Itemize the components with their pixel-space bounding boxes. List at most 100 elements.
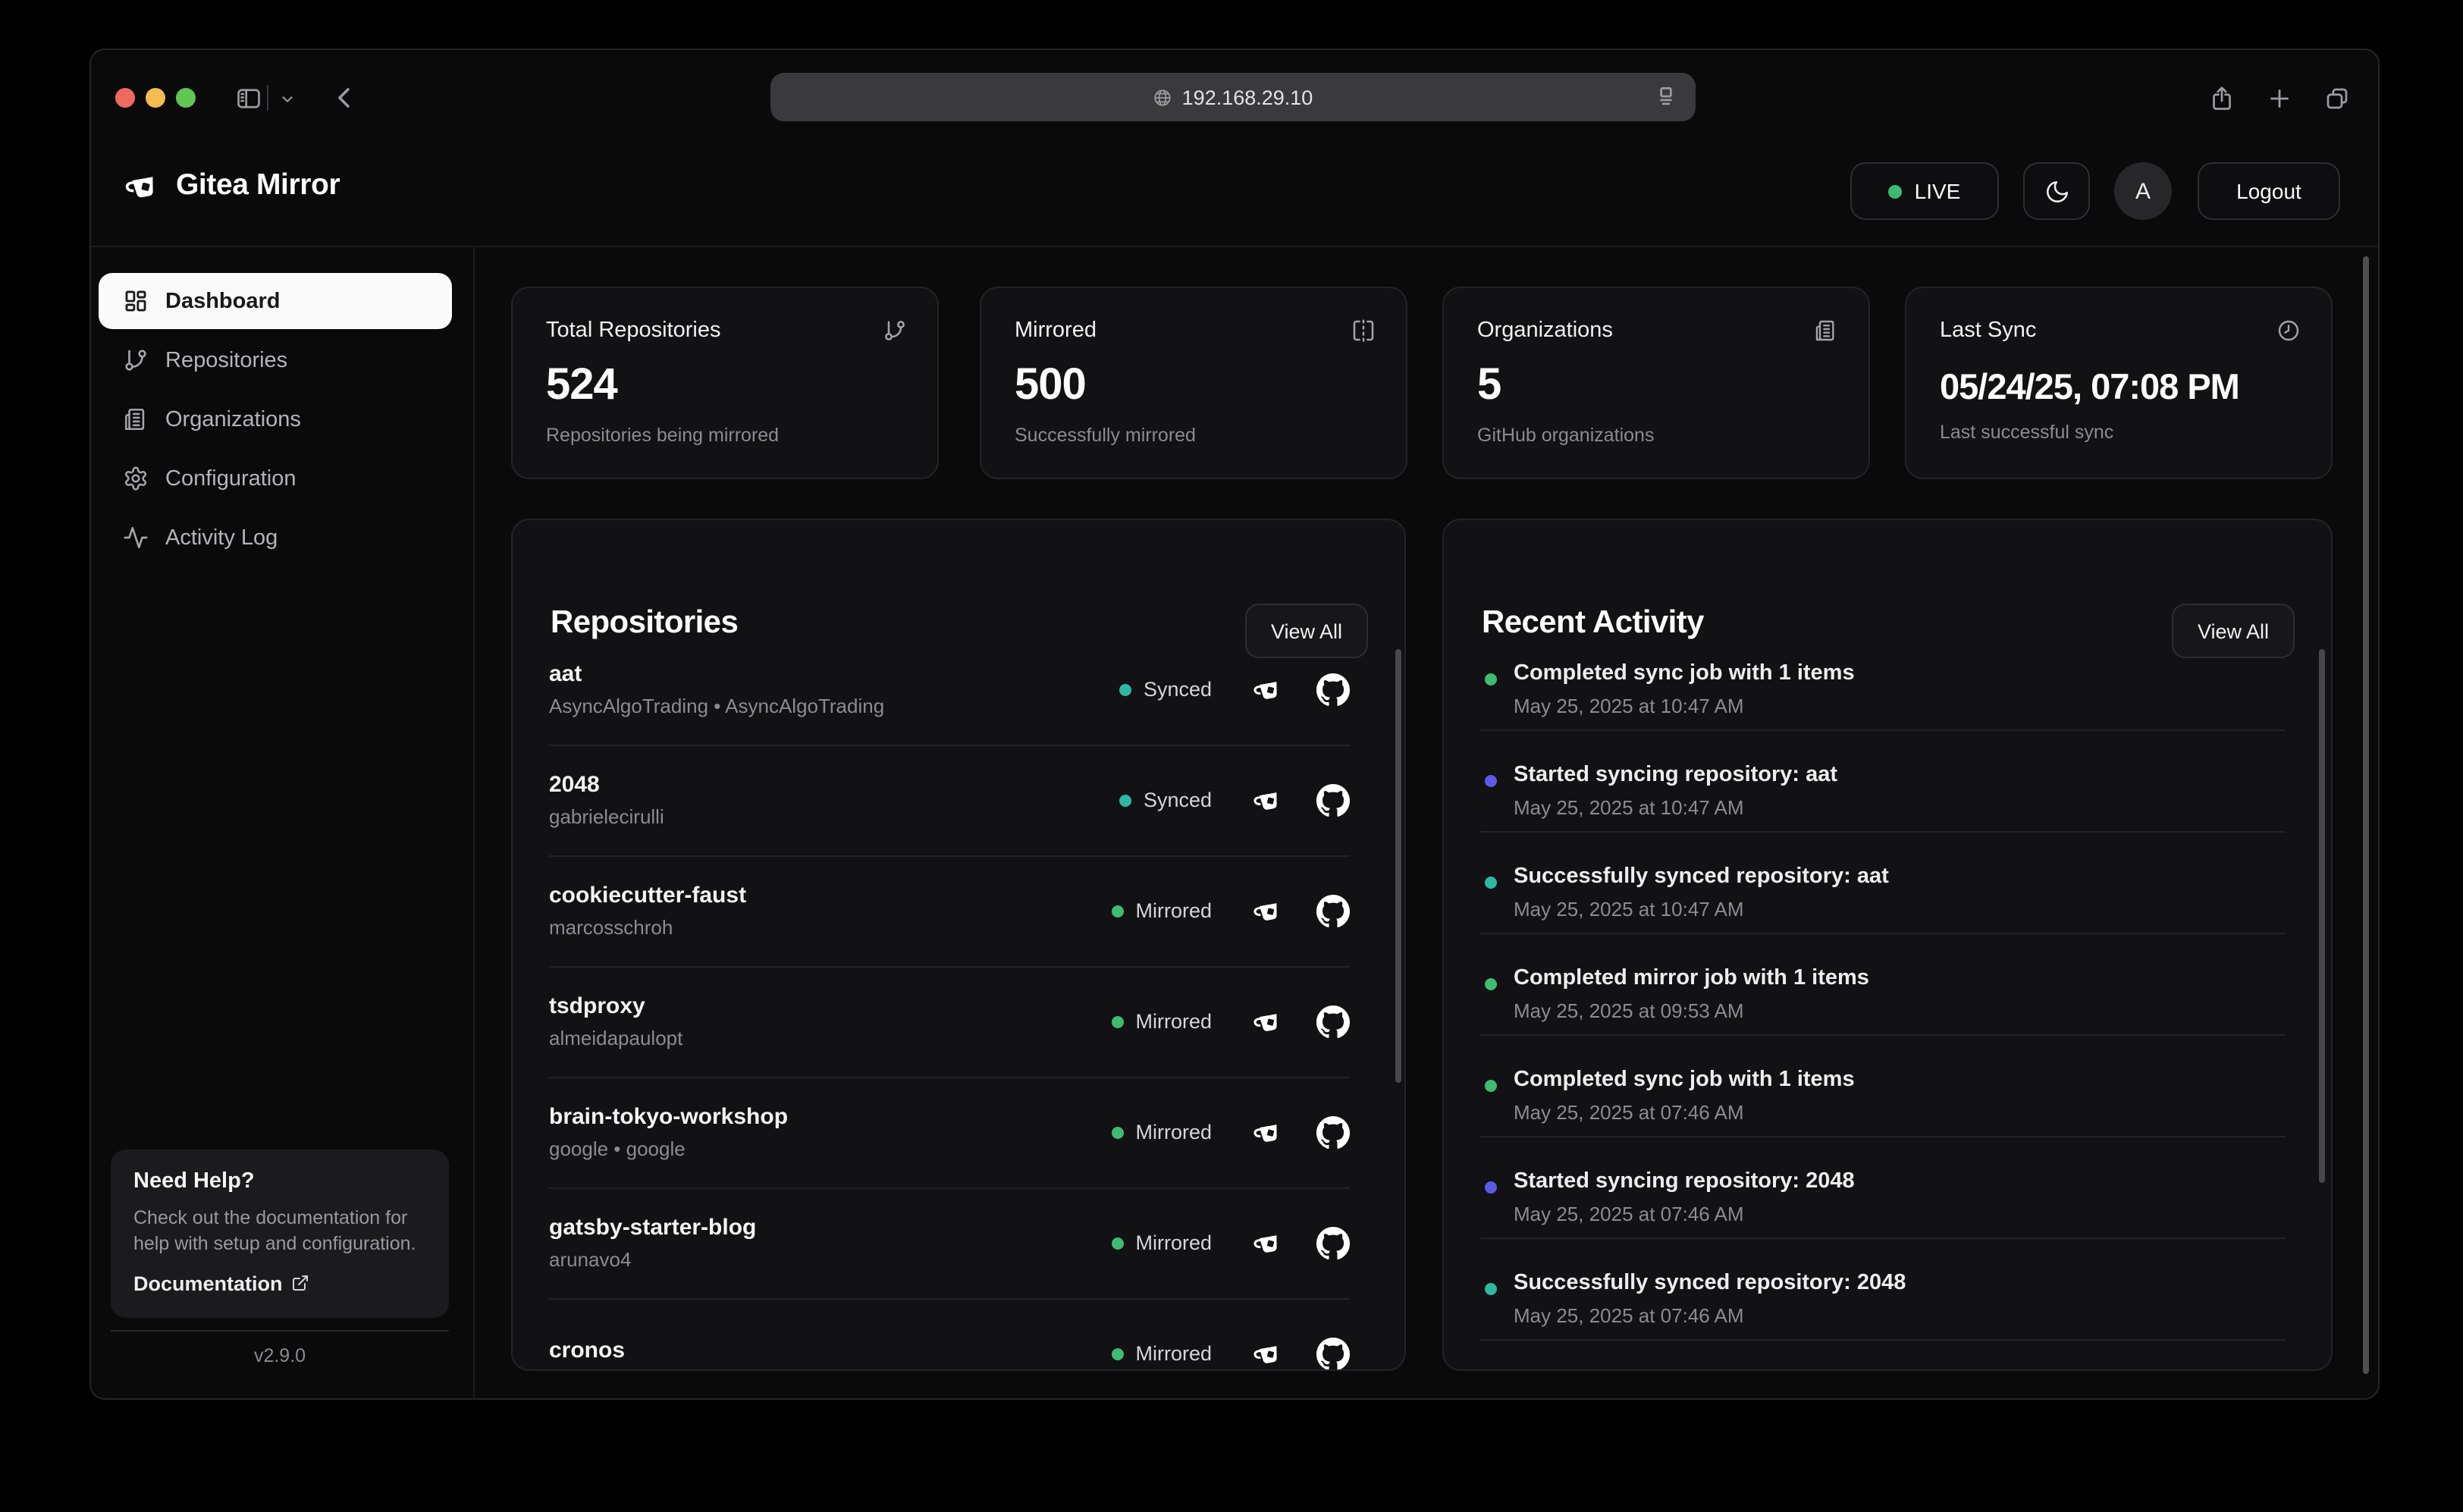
status-dot [1111,1237,1123,1249]
repositories-panel: Repositories View All aatAsyncAlgoTradin… [511,519,1406,1371]
repo-name[interactable]: gatsby-starter-blog [549,1215,1111,1241]
repo-owner: marcosschroh [549,916,1111,939]
stat-card-mirrored: Mirrored 500 Successfully mirrored [980,287,1407,479]
activity-dot [1485,1181,1497,1194]
github-link-icon[interactable] [1316,783,1350,817]
activity-scrollbar[interactable] [2319,649,2325,1183]
repositories-scrollbar[interactable] [1395,649,1401,1083]
theme-toggle-button[interactable] [2023,162,2090,220]
activity-time: May 25, 2025 at 09:53 AM [1514,999,1744,1022]
gitea-link-icon[interactable] [1253,1116,1285,1148]
status-label: Mirrored [1135,1342,1212,1365]
github-link-icon[interactable] [1316,1337,1350,1370]
github-link-icon[interactable] [1316,1226,1350,1259]
minimize-window-button[interactable] [146,88,165,108]
stat-subtitle: GitHub organizations [1477,425,1835,446]
page-scrollbar[interactable] [2363,256,2369,1374]
recent-activity-panel: Recent Activity View All Completed sync … [1442,519,2333,1371]
stat-title: Last Sync [1940,318,2298,343]
gitea-link-icon[interactable] [1253,673,1285,705]
stat-subtitle: Last successful sync [1940,422,2298,443]
close-window-button[interactable] [115,88,135,108]
dashboard-icon [123,288,149,314]
sidebar-item-organizations[interactable]: Organizations [99,391,452,447]
status-dot [1119,683,1131,695]
sidebar-item-label: Activity Log [165,525,278,550]
activity-item: Completed mirror job with 1 items May 25… [1480,933,2286,1036]
sidebar-item-label: Configuration [165,466,297,491]
logout-button[interactable]: Logout [2198,162,2340,220]
gitea-link-icon[interactable] [1253,895,1285,927]
repo-name[interactable]: 2048 [549,772,1119,798]
activity-pulse-icon [123,525,149,551]
back-icon[interactable] [331,83,359,112]
status-dot [1111,1126,1123,1138]
repo-row: cronos Mirrored [549,1298,1350,1371]
stat-value: 500 [1015,361,1373,411]
sidebar-item-configuration[interactable]: Configuration [99,450,452,507]
documentation-link[interactable]: Documentation [133,1272,426,1295]
display-format-icon[interactable] [1653,83,1679,109]
share-icon[interactable] [2208,85,2236,112]
status-label: Mirrored [1135,1010,1212,1033]
activity-item: Started syncing repository: aat May 25, … [1480,729,2286,833]
status-label: Mirrored [1135,1121,1212,1143]
github-link-icon[interactable] [1316,673,1350,706]
zoom-window-button[interactable] [176,88,196,108]
repo-name[interactable]: brain-tokyo-workshop [549,1104,1111,1130]
stat-subtitle: Repositories being mirrored [546,425,904,446]
repo-status: Mirrored [1111,1342,1212,1365]
help-body: Check out the documentation for help wit… [133,1206,426,1257]
documentation-link-label: Documentation [133,1272,283,1295]
new-tab-icon[interactable] [2266,85,2293,112]
activity-dot [1485,673,1497,685]
activity-time: May 25, 2025 at 10:47 AM [1514,695,1744,717]
avatar[interactable]: A [2114,162,2172,220]
github-link-icon[interactable] [1316,894,1350,927]
activity-time: May 25, 2025 at 07:46 AM [1514,1203,1744,1225]
app-logo: Gitea Mirror [124,167,340,205]
activity-text: Started syncing repository: aat [1514,763,1837,787]
live-status-button[interactable]: LIVE [1850,162,1999,220]
gitea-link-icon[interactable] [1253,1338,1285,1369]
repo-name[interactable]: tsdproxy [549,993,1111,1019]
status-label: Synced [1144,678,1212,701]
activity-text: Completed sync job with 1 items [1514,1068,1855,1092]
activity-text: Completed mirror job with 1 items [1514,966,1869,990]
tab-overview-icon[interactable] [2323,85,2351,112]
sidebar-item-activity-log[interactable]: Activity Log [99,510,452,566]
toolbar-divider [267,85,268,111]
repo-name[interactable]: aat [549,661,1119,687]
stat-title: Organizations [1477,318,1835,343]
url-bar[interactable]: 192.168.29.10 [770,73,1696,121]
status-label: Synced [1144,789,1212,811]
activity-item: Successfully synced repository: 2048 May… [1480,1238,2286,1341]
browser-titlebar: 192.168.29.10 [91,50,2378,146]
sidebar-item-repositories[interactable]: Repositories [99,332,452,388]
sidebar-item-label: Repositories [165,348,287,372]
repo-status: Mirrored [1111,1121,1212,1143]
sidebar-item-dashboard[interactable]: Dashboard [99,273,452,329]
chevron-down-icon[interactable] [279,91,296,108]
repo-status: Synced [1119,678,1212,701]
status-dot [1111,1015,1123,1027]
repo-owner: almeidapaulopt [549,1027,1111,1049]
stat-value: 05/24/25, 07:08 PM [1940,367,2298,408]
gitea-link-icon[interactable] [1253,1227,1285,1259]
activity-item: Started syncing repository: 2048 May 25,… [1480,1136,2286,1239]
repo-name[interactable]: cookiecutter-faust [549,883,1111,908]
activity-dot [1485,775,1497,787]
activity-item: Completed sync job with 1 items May 25, … [1480,628,2286,731]
sidebar-toggle-icon[interactable] [235,85,262,112]
gitea-link-icon[interactable] [1253,1005,1285,1037]
gitea-link-icon[interactable] [1253,784,1285,816]
repo-status: Mirrored [1111,899,1212,922]
repo-name[interactable]: cronos [549,1337,1111,1363]
repo-status: Synced [1119,789,1212,811]
stat-value: 5 [1477,361,1835,411]
github-link-icon[interactable] [1316,1115,1350,1149]
github-link-icon[interactable] [1316,1005,1350,1038]
status-label: Mirrored [1135,899,1212,922]
status-dot [1111,905,1123,917]
sidebar-divider [473,247,475,1398]
